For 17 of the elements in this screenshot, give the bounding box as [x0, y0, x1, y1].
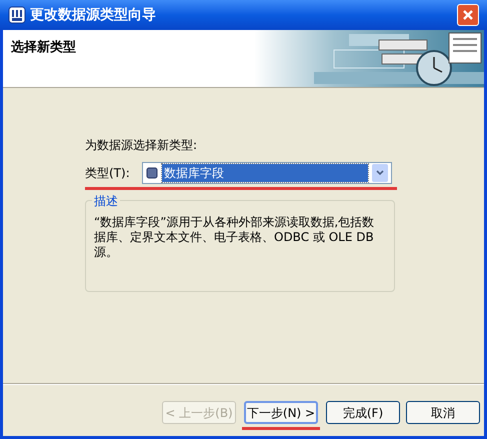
close-button[interactable]: [457, 4, 479, 26]
caret-icon: [376, 170, 384, 176]
wizard-button[interactable]: 完成(F): [326, 401, 400, 424]
database-icon: [146, 167, 158, 179]
dropdown-value: 数据库字段: [162, 164, 368, 182]
description-text: “数据库字段”源用于从各种外部来源读取数据,包括数据库、定界文本文件、电子表格、ODBC 或 OLE DB 源。: [94, 215, 376, 260]
prompt-text: 为数据源选择新类型:: [85, 137, 198, 154]
type-label: 类型(T):: [85, 165, 130, 182]
type-dropdown[interactable]: 数据库字段: [142, 162, 392, 184]
window-title: 更改数据源类型向导: [30, 6, 157, 24]
wizard-button[interactable]: 取消: [406, 401, 480, 424]
group-title: 描述: [92, 192, 120, 210]
page-heading: 选择新类型: [11, 38, 76, 57]
app-icon: [8, 6, 26, 24]
wizard-button[interactable]: 下一步(N) >: [244, 401, 318, 424]
close-icon: [462, 9, 474, 21]
dropdown-arrow-button[interactable]: [372, 164, 388, 182]
